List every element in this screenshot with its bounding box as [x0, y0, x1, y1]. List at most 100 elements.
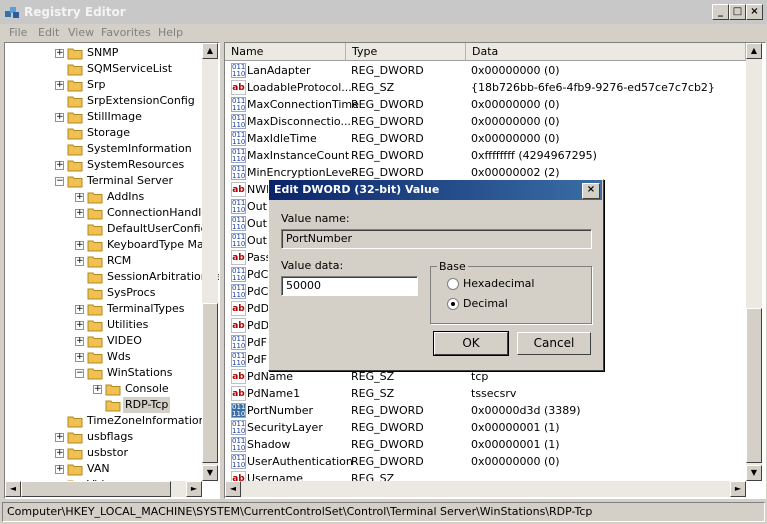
- value-row[interactable]: 011 110 LanAdapter REG_DWORD 0x00000000 (0): [229, 62, 744, 79]
- ok-button[interactable]: OK: [433, 331, 509, 356]
- value-row[interactable]: 011 110 UserAuthentication REG_DWORD 0x0000…: [229, 453, 744, 470]
- expand-icon[interactable]: +: [75, 241, 84, 250]
- tree-item[interactable]: + VIDEO: [5, 333, 205, 349]
- expand-icon[interactable]: +: [75, 193, 84, 202]
- tree-item-label[interactable]: Utilities: [105, 317, 150, 333]
- tree-item-label[interactable]: Srp: [85, 77, 108, 93]
- tree-item[interactable]: SystemInformation: [5, 141, 205, 157]
- value-data-input[interactable]: 50000: [281, 276, 418, 296]
- value-row[interactable]: 011 110 Shadow REG_DWORD 0x00000001 (1): [229, 436, 744, 453]
- tree-item-label[interactable]: RDP-Tcp: [123, 397, 171, 413]
- minimize-button[interactable]: _: [712, 4, 729, 20]
- menu-favorites[interactable]: Favorites: [101, 26, 151, 39]
- tree-item[interactable]: TimeZoneInformation: [5, 413, 208, 429]
- expand-icon[interactable]: +: [55, 113, 64, 122]
- tree-item[interactable]: + Utilities: [5, 317, 205, 333]
- column-header-data[interactable]: Data: [466, 43, 746, 61]
- scroll-up-icon[interactable]: ▲: [746, 43, 762, 59]
- scroll-left-icon[interactable]: ◄: [225, 481, 241, 497]
- value-row[interactable]: 011 110 MaxInstanceCount REG_DWORD 0xffffff…: [229, 147, 744, 164]
- list-vertical-scrollbar[interactable]: ▲ ▼: [746, 43, 762, 481]
- value-row[interactable]: ab PdName1 REG_SZ tssecsrv: [229, 385, 744, 402]
- expand-icon[interactable]: +: [55, 449, 64, 458]
- dialog-close-button[interactable]: ×: [582, 183, 600, 199]
- scroll-down-icon[interactable]: ▼: [746, 465, 762, 481]
- value-row[interactable]: 011 110 PortNumber REG_DWORD 0x00000d3d (33…: [229, 402, 744, 419]
- tree-item-label[interactable]: usbstor: [85, 445, 130, 461]
- tree-item-label[interactable]: Terminal Server: [85, 173, 175, 189]
- tree-item[interactable]: SQMServiceList: [5, 61, 205, 77]
- tree-scroll-thumb[interactable]: [202, 303, 218, 463]
- tree-item[interactable]: SrpExtensionConfig: [5, 93, 205, 109]
- hexadecimal-radio[interactable]: [447, 278, 459, 290]
- expand-icon[interactable]: +: [55, 49, 64, 58]
- expand-icon[interactable]: +: [93, 385, 102, 394]
- tree-vertical-scrollbar[interactable]: ▲ ▼: [202, 43, 218, 481]
- tree-item[interactable]: + KeyboardType Mapp: [5, 237, 218, 253]
- expand-icon[interactable]: +: [55, 465, 64, 474]
- value-row[interactable]: 011 110 MaxConnectionTime REG_DWORD 0x00000…: [229, 96, 744, 113]
- cancel-button[interactable]: Cancel: [517, 332, 591, 355]
- expand-icon[interactable]: +: [75, 257, 84, 266]
- menu-edit[interactable]: Edit: [38, 26, 59, 39]
- collapse-icon[interactable]: −: [55, 177, 64, 186]
- tree-item[interactable]: + Console: [5, 381, 205, 397]
- expand-icon[interactable]: +: [55, 81, 64, 90]
- tree-item[interactable]: Storage: [5, 125, 205, 141]
- expand-icon[interactable]: +: [75, 321, 84, 330]
- tree-item-label[interactable]: Storage: [85, 125, 132, 141]
- tree-item-label[interactable]: TimeZoneInformation: [85, 413, 208, 429]
- list-scroll-thumb[interactable]: [746, 308, 762, 463]
- tree-item[interactable]: + SystemResources: [5, 157, 205, 173]
- tree-item[interactable]: + ConnectionHandler: [5, 205, 213, 221]
- tree-item[interactable]: + TerminalTypes: [5, 301, 205, 317]
- expand-icon[interactable]: +: [75, 353, 84, 362]
- expand-icon[interactable]: +: [75, 337, 84, 346]
- key-tree[interactable]: + SNMP SQMServiceList + Srp SrpExtensionConfi…: [4, 42, 220, 499]
- menu-help[interactable]: Help: [158, 26, 183, 39]
- scroll-left-icon[interactable]: ◄: [5, 481, 21, 497]
- tree-item-label[interactable]: DefaultUserConfigu: [105, 221, 217, 237]
- tree-item[interactable]: + VAN: [5, 461, 205, 477]
- column-header-type[interactable]: Type: [346, 43, 466, 61]
- tree-item[interactable]: + Wds: [5, 349, 205, 365]
- tree-item[interactable]: + AddIns: [5, 189, 205, 205]
- value-row[interactable]: 011 110 MaxIdleTime REG_DWORD 0x00000000 (0…: [229, 130, 744, 147]
- decimal-label[interactable]: Decimal: [463, 297, 508, 310]
- expand-icon[interactable]: +: [75, 305, 84, 314]
- tree-item-label[interactable]: SystemResources: [85, 157, 186, 173]
- tree-item-label[interactable]: VIDEO: [105, 333, 144, 349]
- tree-item-label[interactable]: usbflags: [85, 429, 135, 445]
- tree-item[interactable]: − Terminal Server: [5, 173, 205, 189]
- decimal-radio[interactable]: [447, 298, 459, 310]
- tree-item-label[interactable]: SysProcs: [105, 285, 157, 301]
- scroll-up-icon[interactable]: ▲: [202, 43, 218, 59]
- tree-item-label[interactable]: WinStations: [105, 365, 175, 381]
- tree-hscroll-thumb[interactable]: [21, 481, 171, 497]
- tree-item-label[interactable]: SQMServiceList: [85, 61, 174, 77]
- menu-file[interactable]: File: [9, 26, 27, 39]
- tree-item-label[interactable]: SNMP: [85, 45, 120, 61]
- tree-item-label[interactable]: StillImage: [85, 109, 144, 125]
- tree-item-label[interactable]: AddIns: [105, 189, 146, 205]
- hexadecimal-label[interactable]: Hexadecimal: [463, 277, 534, 290]
- menu-view[interactable]: View: [68, 26, 94, 39]
- maximize-button[interactable]: □: [729, 4, 746, 20]
- scroll-right-icon[interactable]: ►: [730, 481, 746, 497]
- expand-icon[interactable]: +: [55, 433, 64, 442]
- tree-item-label[interactable]: SystemInformation: [85, 141, 194, 157]
- value-row[interactable]: 011 110 MaxDisconnectio... REG_DWORD 0x0000…: [229, 113, 744, 130]
- expand-icon[interactable]: +: [75, 209, 84, 218]
- tree-item[interactable]: RDP-Tcp: [5, 397, 205, 413]
- scroll-right-icon[interactable]: ►: [186, 481, 202, 497]
- tree-item[interactable]: + Srp: [5, 77, 205, 93]
- tree-item[interactable]: SessionArbitrationHe: [5, 269, 219, 285]
- tree-item[interactable]: DefaultUserConfigu: [5, 221, 215, 237]
- value-row[interactable]: 011 110 SecurityLayer REG_DWORD 0x00000001 …: [229, 419, 744, 436]
- tree-item[interactable]: − WinStations: [5, 365, 205, 381]
- tree-item-label[interactable]: SrpExtensionConfig: [85, 93, 197, 109]
- scroll-down-icon[interactable]: ▼: [202, 465, 218, 481]
- tree-item-label[interactable]: VAN: [85, 461, 112, 477]
- tree-item-label[interactable]: TerminalTypes: [105, 301, 186, 317]
- tree-item[interactable]: + usbflags: [5, 429, 205, 445]
